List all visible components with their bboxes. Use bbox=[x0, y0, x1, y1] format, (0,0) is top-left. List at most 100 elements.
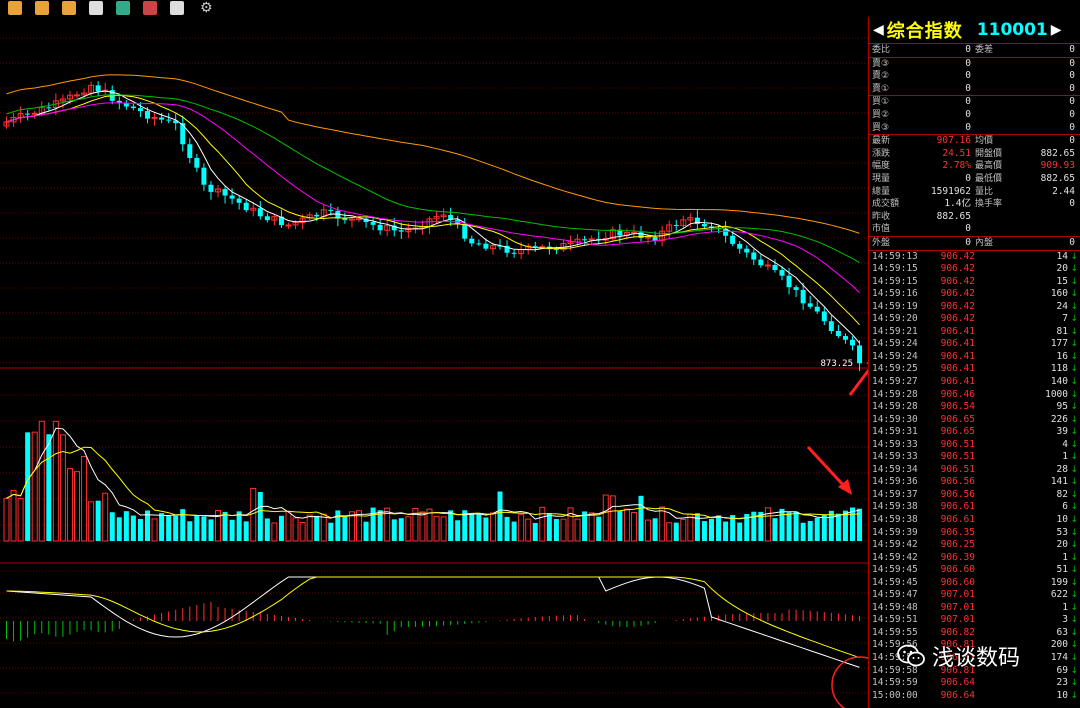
candle-down bbox=[850, 339, 855, 346]
sell-row[interactable]: 賣② 0 0 bbox=[869, 70, 1080, 83]
tick-row[interactable]: 14:59:37 906.56 82 ↓ bbox=[869, 489, 1080, 502]
edit-icon[interactable] bbox=[170, 1, 184, 15]
gear-icon[interactable]: ⚙ bbox=[200, 1, 214, 15]
tick-time: 15:00:00 bbox=[872, 689, 918, 701]
volume-bar-up bbox=[680, 518, 687, 542]
tick-volume: 69 bbox=[1056, 664, 1068, 676]
buy-row[interactable]: 買② 0 0 bbox=[869, 109, 1080, 122]
down-arrow-icon: ↓ bbox=[1070, 640, 1078, 651]
tick-row[interactable]: 14:59:13 906.42 14 ↓ bbox=[869, 251, 1080, 264]
watermark-text: 浅谈数码 bbox=[932, 646, 1021, 671]
tick-row[interactable]: 14:59:42 906.39 1 ↓ bbox=[869, 552, 1080, 565]
tick-row[interactable]: 14:59:33 906.51 4 ↓ bbox=[869, 439, 1080, 452]
volume-ma5-line bbox=[6, 427, 860, 520]
buy-row[interactable]: 買③ 0 0 bbox=[869, 122, 1080, 135]
zoom-in-icon[interactable] bbox=[116, 1, 130, 15]
tick-row[interactable]: 14:59:19 906.42 24 ↓ bbox=[869, 301, 1080, 314]
zoom-out-icon[interactable] bbox=[143, 1, 157, 15]
tick-row[interactable]: 14:59:45 906.60 51 ↓ bbox=[869, 564, 1080, 577]
tick-row[interactable]: 14:59:38 906.61 6 ↓ bbox=[869, 501, 1080, 514]
tick-row[interactable]: 14:59:34 906.51 28 ↓ bbox=[869, 464, 1080, 477]
volume-bar-down bbox=[652, 518, 658, 541]
tick-row[interactable]: 14:59:33 906.51 1 ↓ bbox=[869, 451, 1080, 464]
row-value: 0 bbox=[965, 172, 971, 184]
order-price: 0 bbox=[965, 96, 971, 108]
volume-bar-up bbox=[623, 508, 630, 542]
tick-row[interactable]: 14:59:38 906.61 10 ↓ bbox=[869, 514, 1080, 527]
calendar-icon[interactable] bbox=[35, 1, 49, 15]
buy-row[interactable]: 買① 0 0 bbox=[869, 96, 1080, 109]
quote-header: ◀ 综合指数 110001 ▶ bbox=[869, 17, 1080, 44]
order-label: 買③ bbox=[872, 122, 890, 133]
tick-row[interactable]: 15:00:00 906.64 10 ↓ bbox=[869, 690, 1080, 703]
tick-row[interactable]: 14:59:45 906.60 199 ↓ bbox=[869, 577, 1080, 590]
volume-bar-down bbox=[553, 519, 559, 541]
row-label: 委比 bbox=[872, 45, 891, 55]
tick-price: 906.51 bbox=[940, 451, 975, 463]
tick-volume: 199 bbox=[1050, 576, 1068, 588]
down-arrow-icon: ↓ bbox=[1070, 602, 1078, 613]
candle-down bbox=[370, 222, 376, 225]
tick-time: 14:59:28 bbox=[872, 401, 918, 413]
volume-bar-down bbox=[821, 514, 827, 541]
tick-price: 906.42 bbox=[940, 263, 975, 275]
tick-price: 906.65 bbox=[940, 413, 975, 425]
down-arrow-icon: ↓ bbox=[1070, 402, 1078, 413]
tick-row[interactable]: 14:59:59 906.64 23 ↓ bbox=[869, 677, 1080, 690]
tick-time: 14:59:28 bbox=[872, 388, 918, 400]
tick-row[interactable]: 14:59:47 907.01 622 ↓ bbox=[869, 589, 1080, 602]
tick-row[interactable]: 14:59:39 906.35 53 ↓ bbox=[869, 527, 1080, 540]
prev-arrow-icon[interactable]: ◀ bbox=[873, 22, 884, 38]
tick-price: 906.51 bbox=[940, 438, 975, 450]
tick-row[interactable]: 14:59:48 907.01 1 ↓ bbox=[869, 602, 1080, 615]
tick-row[interactable]: 14:59:27 906.41 140 ↓ bbox=[869, 376, 1080, 389]
volume-bar-up bbox=[687, 513, 694, 542]
tick-price: 906.51 bbox=[940, 463, 975, 475]
volume-bar-up bbox=[38, 420, 45, 542]
kline-chart[interactable]: 873.25 bbox=[0, 17, 868, 708]
row-value: 1.4亿 bbox=[944, 198, 971, 210]
tick-row[interactable]: 14:59:15 906.42 20 ↓ bbox=[869, 263, 1080, 276]
candle-down bbox=[130, 106, 136, 109]
tick-row[interactable]: 14:59:36 906.56 141 ↓ bbox=[869, 476, 1080, 489]
volume-bar-down bbox=[673, 522, 679, 541]
tick-row[interactable]: 14:59:55 906.82 63 ↓ bbox=[869, 627, 1080, 640]
volume-bar-down bbox=[511, 521, 517, 541]
tick-row[interactable]: 14:59:28 906.46 1000 ↓ bbox=[869, 389, 1080, 402]
down-arrow-icon: ↓ bbox=[1070, 276, 1078, 287]
tick-row[interactable]: 14:59:21 906.41 81 ↓ bbox=[869, 326, 1080, 339]
tick-row[interactable]: 14:59:24 906.41 177 ↓ bbox=[869, 338, 1080, 351]
down-arrow-icon: ↓ bbox=[1070, 314, 1078, 325]
volume-bar-up bbox=[52, 420, 59, 542]
copy-icon[interactable] bbox=[89, 1, 103, 15]
tick-row[interactable]: 14:59:31 906.65 39 ↓ bbox=[869, 426, 1080, 439]
candle-down bbox=[236, 198, 242, 203]
tick-time: 14:59:24 bbox=[872, 338, 918, 350]
sell-row[interactable]: 賣③ 0 0 bbox=[869, 58, 1080, 71]
tick-list[interactable]: 14:59:13 906.42 14 ↓ 14:59:15 906.42 20 ↓ 14:59:… bbox=[869, 251, 1080, 703]
tick-row[interactable]: 14:59:15 906.42 15 ↓ bbox=[869, 276, 1080, 289]
filter-icon[interactable] bbox=[62, 1, 76, 15]
tick-price: 907.01 bbox=[940, 589, 975, 601]
tick-row[interactable]: 14:59:51 907.01 3 ↓ bbox=[869, 614, 1080, 627]
tick-row[interactable]: 14:59:24 906.41 16 ↓ bbox=[869, 351, 1080, 364]
tick-row[interactable]: 14:59:30 906.65 226 ↓ bbox=[869, 414, 1080, 427]
tick-row[interactable]: 14:59:25 906.41 118 ↓ bbox=[869, 363, 1080, 376]
volume-bar-down bbox=[786, 512, 792, 541]
sell-row[interactable]: 賣① 0 0 bbox=[869, 83, 1080, 96]
tick-price: 906.41 bbox=[940, 375, 975, 387]
down-arrow-icon: ↓ bbox=[1070, 565, 1078, 576]
tick-row[interactable]: 14:59:28 906.54 95 ↓ bbox=[869, 401, 1080, 414]
row-label: 成交額 bbox=[872, 199, 900, 210]
quote-panel: ◀ 综合指数 110001 ▶ 委比 0 委差 0 賣③ 0 0 賣② 0 0 賣① 0 0 買① 0 0… bbox=[868, 17, 1080, 708]
order-volume: 0 bbox=[1069, 96, 1075, 108]
tick-row[interactable]: 14:59:20 906.42 7 ↓ bbox=[869, 313, 1080, 326]
bar-chart-icon[interactable] bbox=[8, 1, 22, 15]
volume-bar-down bbox=[159, 513, 165, 541]
tick-row[interactable]: 14:59:42 906.25 20 ↓ bbox=[869, 539, 1080, 552]
row-label: 昨收 bbox=[872, 211, 891, 222]
next-arrow-icon[interactable]: ▶ bbox=[1051, 22, 1062, 38]
tick-volume: 81 bbox=[1056, 325, 1068, 337]
candle-down bbox=[95, 85, 101, 92]
tick-row[interactable]: 14:59:16 906.42 160 ↓ bbox=[869, 288, 1080, 301]
